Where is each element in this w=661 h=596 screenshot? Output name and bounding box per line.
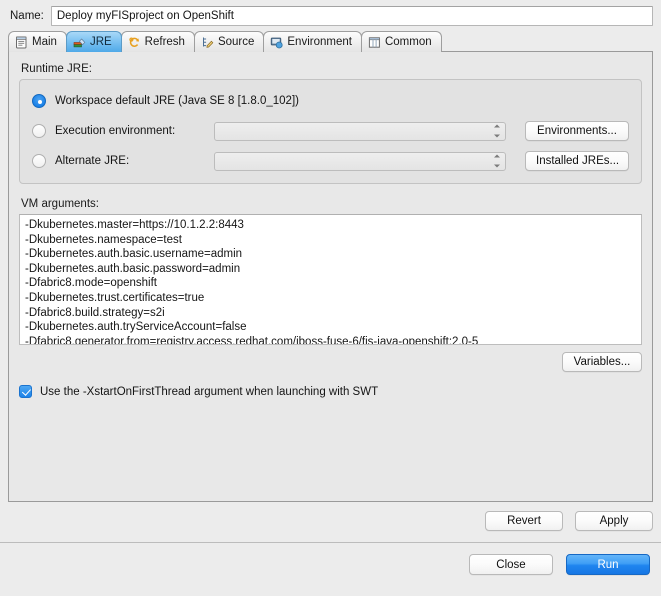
jre-books-icon	[73, 36, 86, 49]
dialog-button-bar: Close Run	[0, 543, 661, 575]
vm-argument-line: -Dkubernetes.namespace=test	[25, 233, 637, 248]
option-workspace-default-jre[interactable]: Workspace default JRE (Java SE 8 [1.8.0_…	[32, 90, 629, 112]
vm-argument-line: -Dfabric8.mode=openshift	[25, 276, 637, 291]
xstart-on-first-thread-row[interactable]: Use the -XstartOnFirstThread argument wh…	[19, 385, 642, 398]
name-row: Name:	[0, 0, 661, 31]
tab-common[interactable]: Common	[361, 31, 442, 52]
xstart-on-first-thread-checkbox[interactable]	[19, 385, 32, 398]
tab-strip: Main JRE Refresh Source	[8, 31, 653, 52]
close-button[interactable]: Close	[469, 554, 553, 575]
run-button[interactable]: Run	[566, 554, 650, 575]
execution-environment-combo[interactable]	[214, 122, 506, 141]
vm-arguments-label: VM arguments:	[21, 198, 642, 210]
option-alternate-jre[interactable]: Alternate JRE: Installed JREs...	[32, 150, 629, 172]
vm-argument-line: -Dkubernetes.master=https://10.1.2.2:844…	[25, 218, 637, 233]
jre-tab-page: Runtime JRE: Workspace default JRE (Java…	[8, 52, 653, 502]
common-grid-icon	[368, 36, 381, 49]
runtime-jre-label: Runtime JRE:	[21, 63, 642, 75]
chevron-updown-icon	[493, 125, 500, 138]
tab-refresh[interactable]: Refresh	[121, 31, 195, 52]
environment-icon	[270, 36, 283, 49]
revert-button[interactable]: Revert	[485, 511, 563, 531]
vm-argument-line: -Dkubernetes.trust.certificates=true	[25, 291, 637, 306]
tab-source[interactable]: Source	[194, 31, 264, 52]
source-edit-icon	[201, 36, 214, 49]
option-execution-environment[interactable]: Execution environment: Environments...	[32, 120, 629, 142]
option-alternate-jre-label: Alternate JRE:	[55, 155, 205, 167]
document-icon	[15, 36, 28, 49]
name-label: Name:	[10, 10, 44, 22]
tab-main-label: Main	[32, 36, 58, 48]
tab-jre-label: JRE	[90, 36, 113, 48]
alternate-jre-combo[interactable]	[214, 152, 506, 171]
tab-environment[interactable]: Environment	[263, 31, 362, 52]
vm-arguments-textarea[interactable]: -Dkubernetes.master=https://10.1.2.2:844…	[19, 214, 642, 345]
tab-common-label: Common	[385, 36, 433, 48]
tab-environment-label: Environment	[287, 36, 353, 48]
vm-argument-line: -Dkubernetes.auth.tryServiceAccount=fals…	[25, 320, 637, 335]
radio-workspace-default-jre[interactable]	[32, 94, 46, 108]
tab-main[interactable]: Main	[8, 31, 67, 52]
variables-row: Variables...	[19, 352, 642, 372]
vm-argument-line: -Dfabric8.build.strategy=s2i	[25, 306, 637, 321]
chevron-updown-icon	[493, 155, 500, 168]
vm-argument-line: -Dfabric8.generator.from=registry.access…	[25, 335, 637, 345]
xstart-on-first-thread-label: Use the -XstartOnFirstThread argument wh…	[40, 386, 378, 398]
option-execution-environment-label: Execution environment:	[55, 125, 205, 137]
refresh-icon	[128, 36, 141, 49]
tab-refresh-label: Refresh	[145, 36, 186, 48]
apply-bar: Revert Apply	[8, 502, 653, 542]
variables-button[interactable]: Variables...	[562, 352, 642, 372]
radio-alternate-jre[interactable]	[32, 154, 46, 168]
vm-argument-line: -Dkubernetes.auth.basic.password=admin	[25, 262, 637, 277]
runtime-jre-group: Workspace default JRE (Java SE 8 [1.8.0_…	[19, 79, 642, 184]
tab-jre[interactable]: JRE	[66, 31, 122, 52]
option-workspace-default-jre-label: Workspace default JRE (Java SE 8 [1.8.0_…	[55, 95, 299, 107]
installed-jres-button[interactable]: Installed JREs...	[525, 151, 629, 171]
radio-execution-environment[interactable]	[32, 124, 46, 138]
launch-config-name-input[interactable]	[51, 6, 653, 26]
vm-argument-line: -Dkubernetes.auth.basic.username=admin	[25, 247, 637, 262]
tab-source-label: Source	[218, 36, 255, 48]
environments-button[interactable]: Environments...	[525, 121, 629, 141]
apply-button[interactable]: Apply	[575, 511, 653, 531]
